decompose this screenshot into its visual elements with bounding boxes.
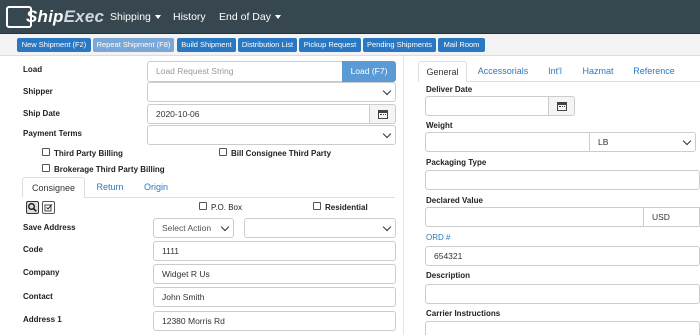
deliver-date-calendar-button[interactable] [548,96,575,116]
packaging-type-label: Packaging Type [426,158,487,167]
chevron-down-icon [382,222,392,232]
residential-label: Residential [325,203,368,212]
currency-select[interactable]: USD [643,207,700,227]
chevron-down-icon [682,136,692,146]
select-action-dropdown[interactable]: Select Action [153,218,234,238]
po-box-label: P.O. Box [211,203,242,212]
action-toolbar: New Shipment (F2) Repeat Shipment (F8) B… [0,34,700,56]
chevron-down-icon [220,222,230,232]
load-button[interactable]: Load (F7) [342,61,396,82]
tab-consignee[interactable]: Consignee [22,177,85,198]
shipper-label: Shipper [23,87,53,96]
calendar-icon [377,110,388,119]
caret-down-icon [154,15,161,20]
carrier-instructions-label: Carrier Instructions [426,309,501,318]
caret-down-icon [274,15,281,20]
shipper-select[interactable] [147,82,396,102]
ship-date-label: Ship Date [23,109,60,118]
ord-input[interactable]: 654321 [425,246,700,266]
ship-date-calendar-button[interactable] [369,104,396,124]
weight-label: Weight [426,121,453,130]
nav-history[interactable]: History [173,0,206,34]
po-box-checkbox[interactable] [199,202,207,210]
distribution-list-button[interactable]: Distribution List [238,38,297,52]
tab-reference[interactable]: Reference [626,61,682,82]
deliver-date-label: Deliver Date [426,85,473,94]
chevron-down-icon [382,129,392,139]
code-input[interactable]: 1111 [153,241,396,261]
company-label: Company [23,268,60,277]
load-request-input[interactable]: Load Request String [147,61,344,82]
contact-input[interactable]: John Smith [153,287,396,307]
code-label: Code [23,245,43,254]
address-search-button[interactable] [26,201,39,214]
ord-label: ORD # [426,233,451,242]
bill-consignee-checkbox[interactable] [219,148,227,156]
edit-check-icon [44,204,53,212]
brokerage-checkbox[interactable] [42,164,50,172]
description-input[interactable] [425,284,700,304]
address1-label: Address 1 [23,315,62,324]
tab-general[interactable]: General [418,61,467,82]
payment-terms-select[interactable] [147,125,396,145]
nav-shipping[interactable]: Shipping [110,0,161,34]
weight-unit-select[interactable]: LB [589,132,696,152]
build-shipment-button[interactable]: Build Shipment [177,38,236,52]
third-party-billing-label: Third Party Billing [54,149,123,158]
nav-end-of-day[interactable]: End of Day [219,0,281,34]
brokerage-label: Brokerage Third Party Billing [54,165,165,174]
declared-value-input[interactable] [425,207,644,227]
pickup-request-button[interactable]: Pickup Request [299,38,361,52]
address-tabs: Consignee Return Origin [22,177,395,198]
packaging-type-select[interactable] [425,170,700,190]
tab-origin[interactable]: Origin [136,177,176,198]
carrier-instructions-input[interactable] [425,321,700,335]
pending-shipments-button[interactable]: Pending Shipments [363,38,436,52]
save-address-label: Save Address [23,223,76,232]
contact-label: Contact [23,292,53,301]
tab-intl[interactable]: Int'l [540,61,570,82]
description-label: Description [426,271,471,280]
payment-terms-label: Payment Terms [23,129,82,138]
chevron-down-icon [382,86,392,96]
shipexec-logo[interactable]: ShipExec [6,6,104,28]
repeat-shipment-button[interactable]: Repeat Shipment (F8) [93,38,174,52]
address1-input[interactable]: 12380 Morris Rd [153,311,396,331]
address-edit-button[interactable] [42,201,55,214]
tab-accessorials[interactable]: Accessorials [472,61,534,82]
declared-value-label: Declared Value [426,196,483,205]
ship-date-input[interactable]: 2020-10-06 [147,104,370,124]
residential-checkbox[interactable] [313,202,321,210]
mail-room-button[interactable]: Mail Room [438,38,485,52]
saved-address-select[interactable] [244,218,396,238]
third-party-billing-checkbox[interactable] [42,148,50,156]
new-shipment-button[interactable]: New Shipment (F2) [17,38,91,52]
calendar-icon [556,102,567,111]
company-input[interactable]: Widget R Us [153,264,396,284]
bill-consignee-label: Bill Consignee Third Party [231,149,332,158]
logo-exec-text: Exec [63,7,105,26]
tab-return[interactable]: Return [88,177,132,198]
search-icon [28,203,37,212]
load-label: Load [23,65,43,74]
logo-box-icon [6,6,32,28]
deliver-date-input[interactable] [425,96,549,116]
panel-divider [403,56,404,335]
tab-hazmat[interactable]: Hazmat [578,61,618,82]
top-navbar: ShipExec Shipping History End of Day [0,0,700,34]
shipment-detail-tabs: General Accessorials Int'l Hazmat Refere… [418,61,700,82]
weight-input[interactable] [425,132,590,152]
